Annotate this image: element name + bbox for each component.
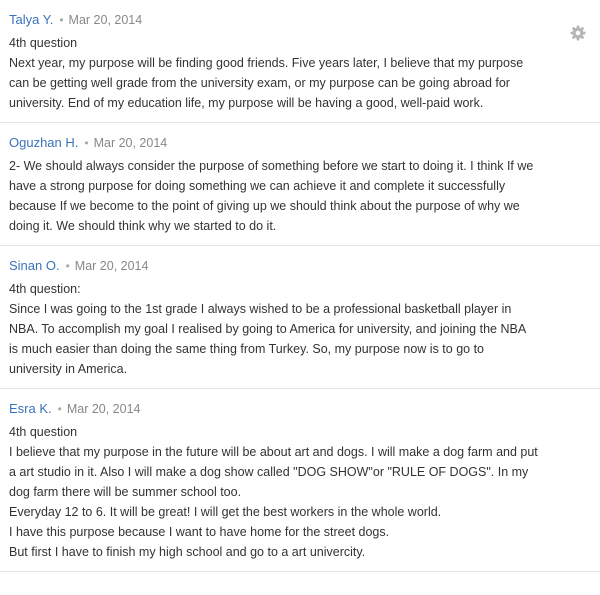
comment-author-link[interactable]: Oguzhan H. (9, 135, 78, 150)
comment-text-line: I believe that my purpose in the future … (9, 445, 538, 459)
comment-text-line: a art studio in it. Also I will make a d… (9, 465, 529, 479)
comment-text-line: 4th question (9, 425, 78, 439)
comment-feed: Talya Y. • Mar 20, 2014 4th question Next … (0, 0, 600, 572)
comment-text-line: Next year, my purpose will be finding go… (9, 56, 524, 70)
comment-date: Mar 20, 2014 (68, 13, 143, 27)
comment-meta: Esra K. • Mar 20, 2014 (9, 399, 591, 419)
comment-text-line: I have this purpose because I want to ha… (9, 525, 390, 539)
comment-text-line: 4th question: (9, 282, 81, 296)
comment: Oguzhan H. • Mar 20, 2014 2- We should alw… (0, 123, 600, 246)
comment-author-link[interactable]: Talya Y. (9, 12, 53, 27)
comment-body: 4th question I believe that my purpose i… (9, 422, 591, 562)
meta-separator: • (57, 402, 62, 416)
comment-author-link[interactable]: Sinan O. (9, 258, 60, 273)
comment-body: 4th question: Since I was going to the 1… (9, 279, 591, 379)
comment-text-line: 2- We should always consider the purpose… (9, 159, 534, 173)
comment-text-line: Since I was going to the 1st grade I alw… (9, 302, 512, 316)
comment-text-line: 4th question (9, 36, 78, 50)
gear-icon[interactable] (570, 25, 586, 41)
comment: Talya Y. • Mar 20, 2014 4th question Next … (0, 0, 600, 123)
comment-meta: Oguzhan H. • Mar 20, 2014 (9, 133, 591, 153)
meta-separator: • (84, 136, 89, 150)
comment-text-line: have a strong purpose for doing somethin… (9, 179, 506, 193)
comment-text-line: can be getting well grade from the unive… (9, 76, 510, 90)
comment-meta: Sinan O. • Mar 20, 2014 (9, 256, 591, 276)
meta-separator: • (65, 259, 70, 273)
comment-text-line: university. End of my education life, my… (9, 96, 484, 110)
comment-date: Mar 20, 2014 (74, 259, 149, 273)
comment-text-line: is much easier than doing the same thing… (9, 342, 485, 356)
comment-body: 4th question Next year, my purpose will … (9, 33, 591, 113)
comment-text-line: But first I have to finish my high schoo… (9, 545, 366, 559)
comment-author-link[interactable]: Esra K. (9, 401, 52, 416)
comment: Esra K. • Mar 20, 2014 4th question I beli… (0, 389, 600, 572)
meta-separator: • (59, 13, 64, 27)
comment-date: Mar 20, 2014 (93, 136, 168, 150)
comment-text-line: doing it. We should think why we started… (9, 219, 277, 233)
comment-text-line: dog farm there will be summer school too… (9, 485, 242, 499)
comment-text-line: Everyday 12 to 6. It will be great! I wi… (9, 505, 442, 519)
comment-text-line: university in America. (9, 362, 128, 376)
comment-body: 2- We should always consider the purpose… (9, 156, 591, 236)
comment: Sinan O. • Mar 20, 2014 4th question: Sinc… (0, 246, 600, 389)
comment-meta: Talya Y. • Mar 20, 2014 (9, 10, 591, 30)
comment-text-line: because If we become to the point of giv… (9, 199, 520, 213)
comment-date: Mar 20, 2014 (66, 402, 141, 416)
comment-text-line: NBA. To accomplish my goal I realised by… (9, 322, 527, 336)
